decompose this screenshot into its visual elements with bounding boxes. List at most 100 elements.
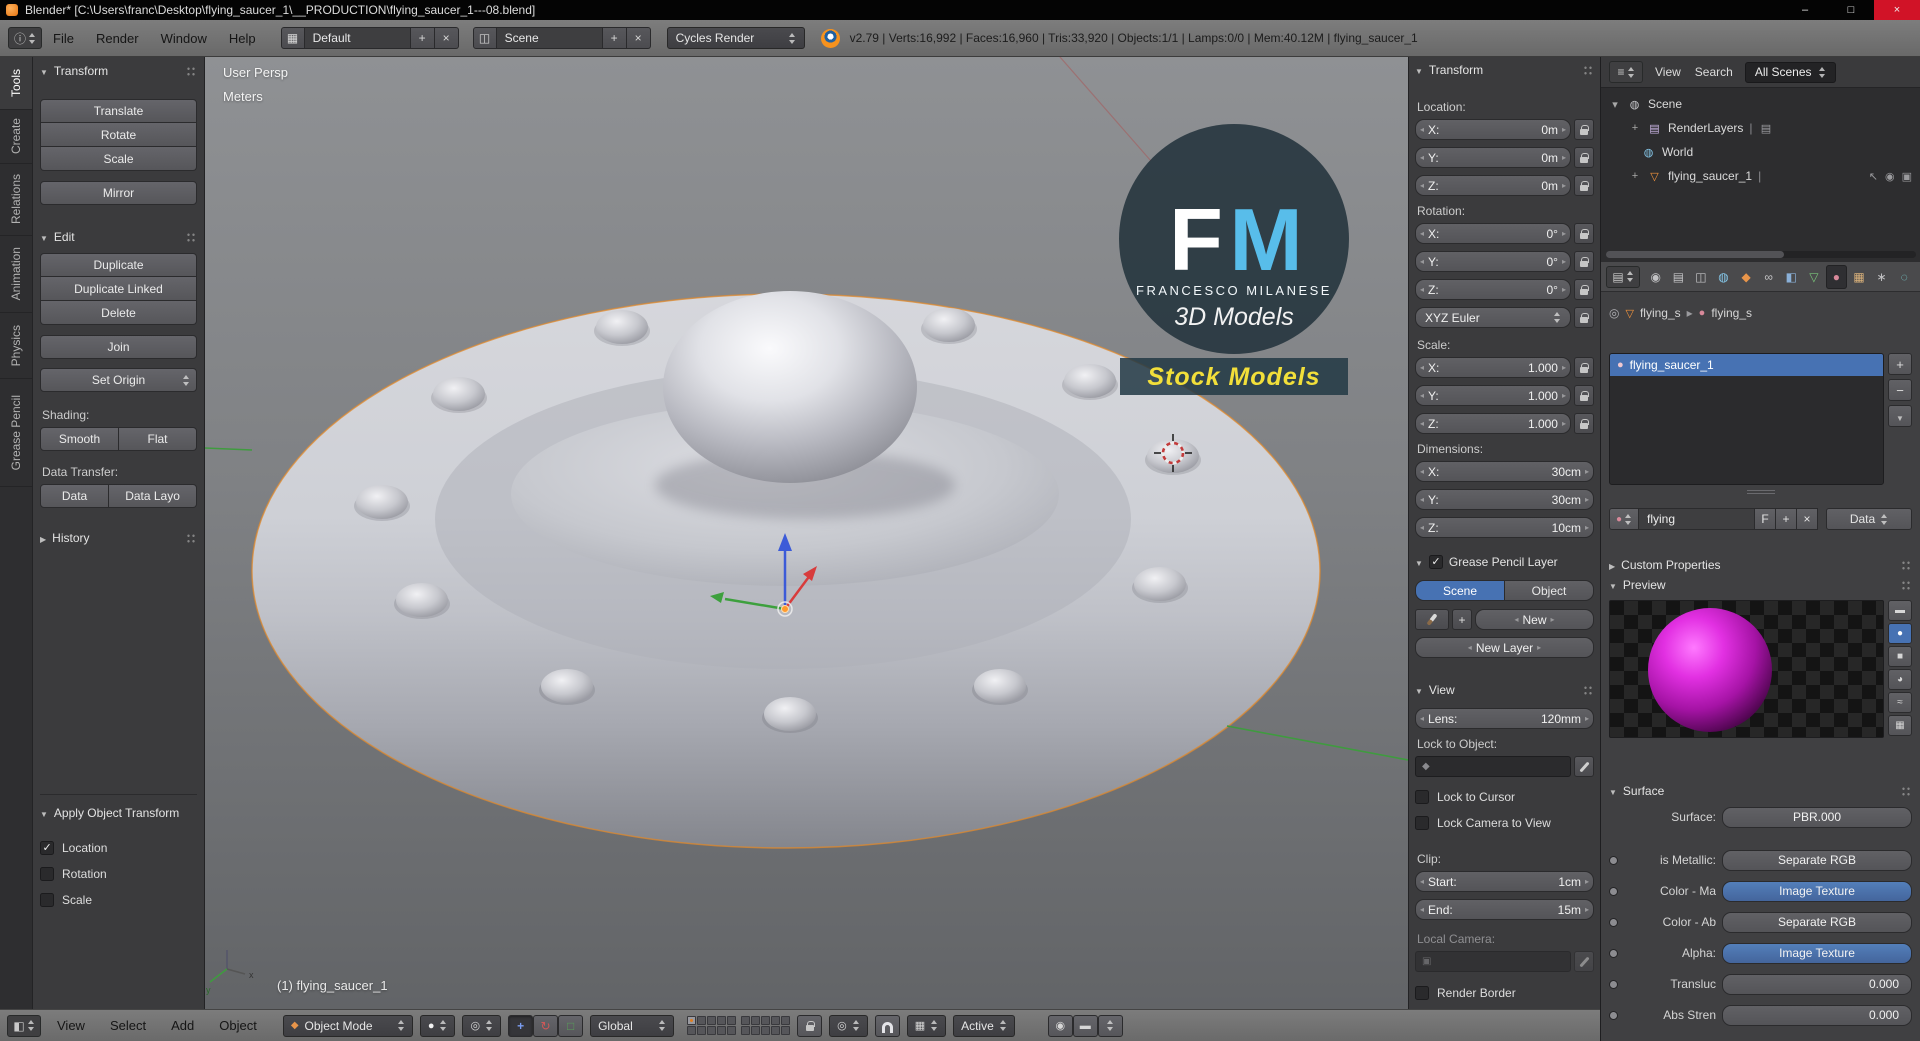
minimize-button[interactable]: – — [1782, 0, 1828, 20]
preview-panel-header[interactable]: Preview — [1609, 575, 1912, 595]
scrollbar-thumb[interactable] — [1606, 251, 1784, 258]
close-button[interactable]: × — [1874, 0, 1920, 20]
outliner-item-scene[interactable]: ▾ ◍ Scene — [1609, 92, 1920, 116]
clip-start-field[interactable]: Start:1cm — [1415, 871, 1594, 892]
menu-select[interactable]: Select — [101, 1018, 155, 1033]
visibility-toggle-icon[interactable]: ◉ — [1885, 170, 1895, 183]
tab-modifiers[interactable]: ◧ — [1780, 265, 1802, 289]
transform-panel-header[interactable]: Transform — [1415, 60, 1594, 80]
dimension-z-field[interactable]: Z:10cm — [1415, 517, 1594, 538]
scene-browse-button[interactable]: ◫ — [472, 27, 497, 49]
transform-orientation-dropdown[interactable]: Global — [590, 1014, 675, 1037]
tab-grease-pencil[interactable]: Grease Pencil — [0, 379, 32, 487]
scene-add-button[interactable]: + — [602, 27, 627, 49]
tab-object[interactable]: ◆ — [1735, 265, 1757, 289]
remove-slot-button[interactable]: − — [1888, 379, 1912, 401]
link-data-dropdown[interactable]: Data — [1826, 508, 1912, 530]
dimension-x-field[interactable]: X:30cm — [1415, 461, 1594, 482]
viewport-3d[interactable]: F M FRANCESCO MILANESE 3D Models Stock M… — [205, 57, 1408, 1009]
layers-group-1[interactable] — [687, 1016, 737, 1035]
outliner-editor-button[interactable]: ≡ — [1609, 61, 1643, 83]
tab-constraints[interactable]: ∞ — [1758, 265, 1780, 289]
tab-material[interactable]: ● — [1825, 264, 1848, 289]
surface-panel-header[interactable]: Surface — [1609, 781, 1912, 801]
translate-button[interactable]: Translate — [40, 99, 197, 123]
layout-name-field[interactable]: Default — [304, 27, 411, 49]
opengl-render-animation-button[interactable]: ▬ — [1072, 1014, 1098, 1037]
duplicate-button[interactable]: Duplicate — [40, 253, 197, 277]
lock-icon-button[interactable] — [1574, 385, 1594, 406]
scale-button[interactable]: Scale — [40, 147, 197, 171]
expand-icon[interactable]: + — [1629, 122, 1641, 134]
editor-type-button[interactable]: ⓘ — [8, 27, 42, 49]
material-slot-active[interactable]: ● flying_saucer_1 — [1610, 354, 1883, 376]
translucency-slider[interactable]: 0.000 — [1722, 973, 1912, 995]
pivot-point-dropdown[interactable]: ◎ — [462, 1014, 502, 1037]
tab-create[interactable]: Create — [0, 110, 32, 164]
maximize-button[interactable]: □ — [1828, 0, 1874, 20]
manipulator-scale-toggle[interactable]: □ — [558, 1014, 584, 1037]
lock-to-cursor-checkbox[interactable] — [1415, 790, 1429, 804]
join-button[interactable]: Join — [40, 335, 197, 359]
outliner-item-renderlayers[interactable]: + ▤ RenderLayers | ▤ — [1609, 116, 1920, 140]
transform-panel-header[interactable]: Transform — [40, 61, 197, 81]
rotate-button[interactable]: Rotate — [40, 123, 197, 147]
scene-delete-button[interactable]: × — [626, 27, 651, 49]
dimension-y-field[interactable]: Y:30cm — [1415, 489, 1594, 510]
preview-flat-button[interactable]: ▬ — [1888, 600, 1912, 621]
tab-tools[interactable]: Tools — [0, 57, 32, 110]
delete-button[interactable]: Delete — [40, 301, 197, 325]
view3d-editor-button[interactable]: ◧ — [7, 1014, 41, 1037]
scale-x-field[interactable]: X:1.000 — [1415, 357, 1571, 378]
outliner-display-dropdown[interactable]: All Scenes — [1744, 61, 1836, 83]
history-panel-header[interactable]: History — [40, 528, 197, 548]
lock-camera-checkbox[interactable] — [1415, 816, 1429, 830]
color-ma-input[interactable]: Image Texture — [1722, 880, 1912, 902]
menu-add[interactable]: Add — [162, 1018, 203, 1033]
lock-object-field[interactable]: ◆ — [1415, 756, 1571, 777]
fake-user-button[interactable]: F — [1755, 508, 1776, 530]
disclosure-icon[interactable]: ▾ — [1609, 98, 1621, 111]
location-x-field[interactable]: X:0m — [1415, 119, 1571, 140]
data-transfer-button[interactable]: Data — [40, 484, 110, 508]
view-panel-header[interactable]: View — [1415, 680, 1594, 700]
tab-object-data[interactable]: ▽ — [1803, 265, 1825, 289]
rotation-z-field[interactable]: Z:0° — [1415, 279, 1571, 300]
manipulator-translate-toggle[interactable]: + — [508, 1014, 534, 1037]
preview-cube-button[interactable]: ■ — [1888, 646, 1912, 667]
mirror-button[interactable]: Mirror — [40, 181, 197, 205]
gp-scene-toggle[interactable]: Scene — [1415, 580, 1505, 601]
lock-icon-button[interactable] — [1574, 413, 1594, 434]
outliner-menu-view[interactable]: View — [1653, 65, 1683, 79]
rotation-y-field[interactable]: Y:0° — [1415, 251, 1571, 272]
preview-sphere-button[interactable]: ● — [1888, 623, 1912, 644]
preview-hair-button[interactable]: ≈ — [1888, 692, 1912, 713]
tab-particles[interactable]: ∗ — [1871, 265, 1893, 289]
opengl-render-image-button[interactable]: ◉ — [1047, 1014, 1073, 1037]
layout-browse-button[interactable]: ▦ — [280, 27, 305, 49]
edit-panel-header[interactable]: Edit — [40, 227, 197, 247]
menu-view[interactable]: View — [48, 1018, 94, 1033]
color-ab-input[interactable]: Separate RGB — [1722, 911, 1912, 933]
alpha-input[interactable]: Image Texture — [1722, 942, 1912, 964]
lock-icon-button[interactable] — [1574, 357, 1594, 378]
selectable-toggle-icon[interactable]: ↖ — [1869, 170, 1878, 183]
unlink-material-button[interactable]: × — [1797, 508, 1818, 530]
slot-specials-button[interactable] — [1888, 405, 1912, 427]
rotation-mode-dropdown[interactable]: XYZ Euler — [1415, 307, 1571, 328]
browse-material-button[interactable]: ● — [1609, 508, 1639, 530]
gp-new-layer-button[interactable]: New Layer — [1415, 637, 1594, 658]
render-engine-dropdown[interactable]: Cycles Render — [666, 27, 805, 49]
properties-editor-button[interactable]: ▤ — [1606, 265, 1640, 288]
new-material-button[interactable]: + — [1776, 508, 1797, 530]
lock-icon-button[interactable] — [1574, 175, 1594, 196]
eyedropper-button[interactable] — [1574, 756, 1594, 777]
snap-target-dropdown[interactable]: Active — [953, 1014, 1015, 1037]
render-border-checkbox[interactable] — [1415, 986, 1429, 1000]
mode-dropdown[interactable]: ◆ Object Mode — [282, 1014, 413, 1037]
layout-add-button[interactable]: + — [410, 27, 435, 49]
apply-panel-header[interactable]: Apply Object Transform — [40, 803, 197, 823]
snap-toggle[interactable] — [874, 1014, 900, 1037]
material-name-field[interactable]: flying — [1639, 508, 1755, 530]
apply-scale-checkbox[interactable] — [40, 893, 54, 907]
